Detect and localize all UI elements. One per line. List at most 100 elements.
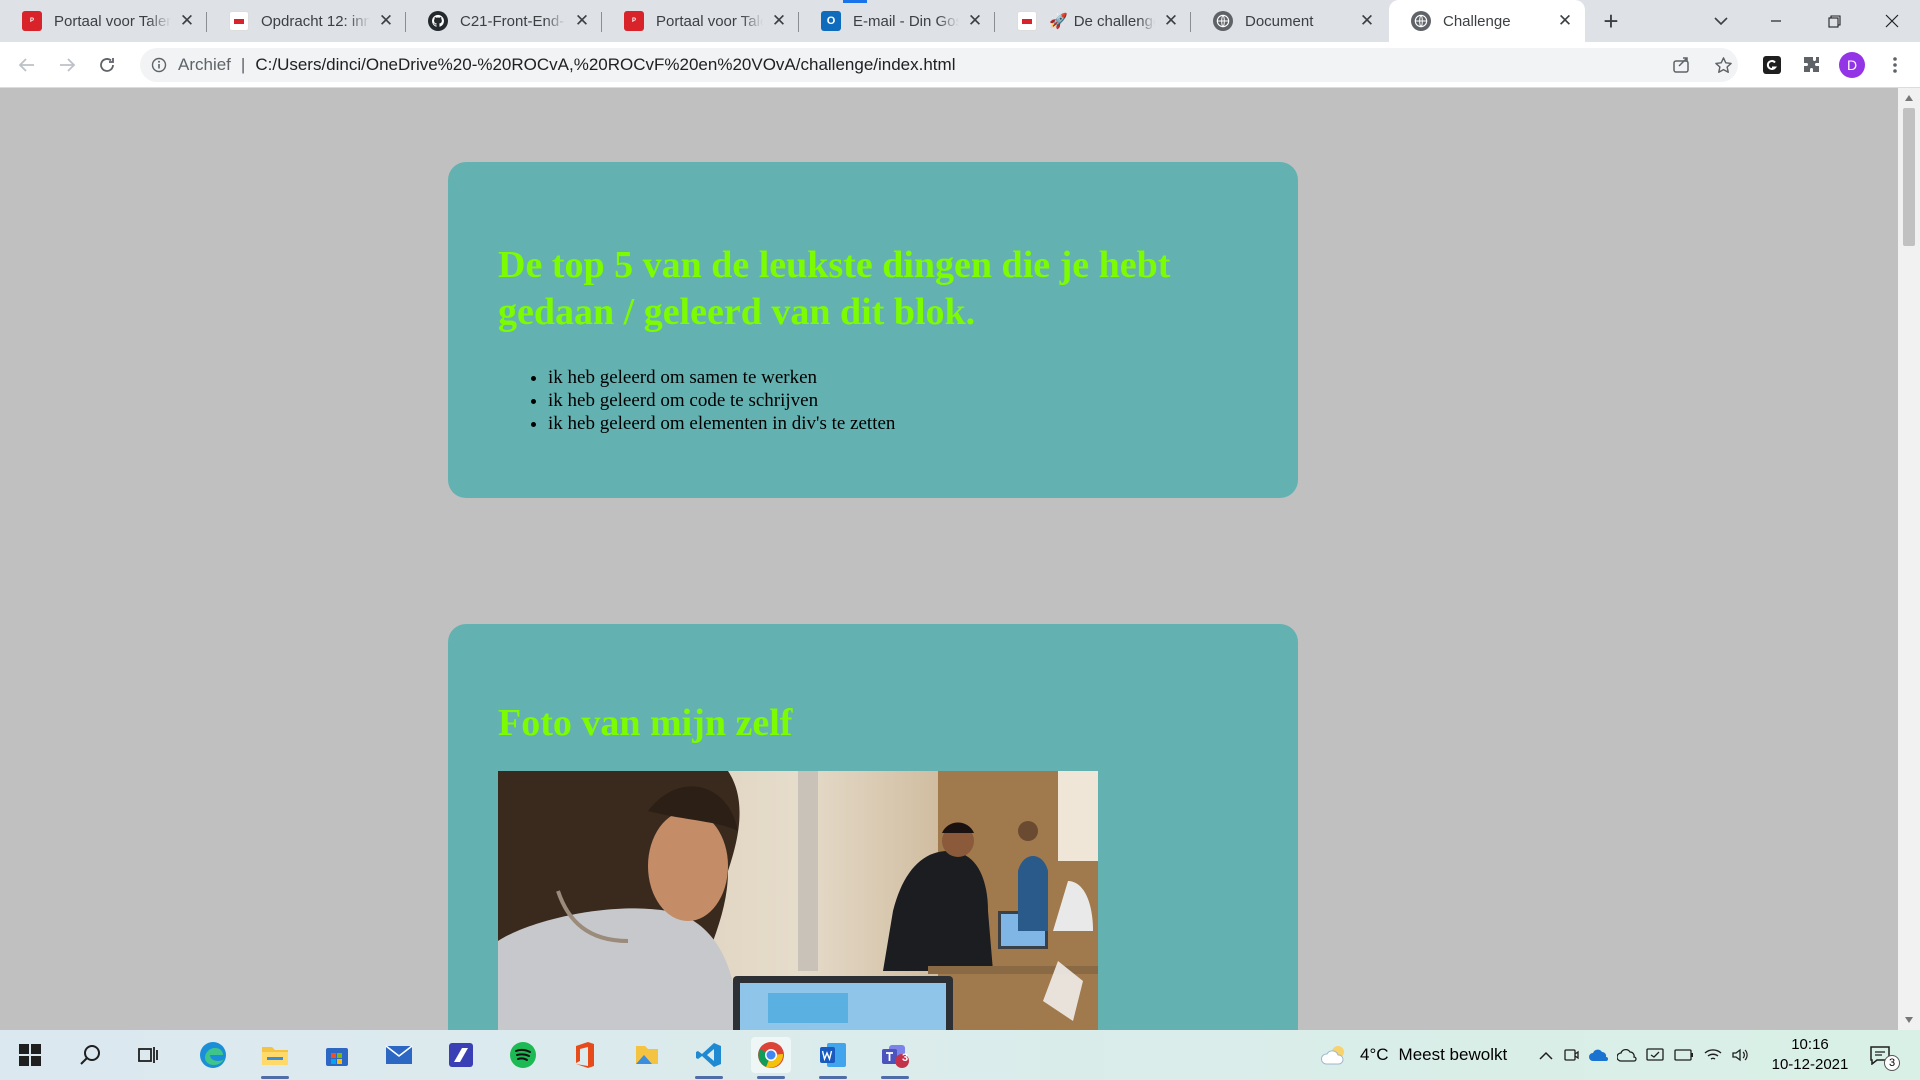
mail-app[interactable] bbox=[379, 1037, 419, 1073]
tab-title: Portaal voor Talent bbox=[656, 12, 763, 30]
url-text[interactable]: C:/Users/dinci/OneDrive%20-%20ROCvA,%20R… bbox=[255, 55, 955, 75]
tab-challenge[interactable]: Challenge ✕ bbox=[1389, 0, 1585, 42]
puzzle-icon bbox=[1804, 57, 1819, 72]
onedrive-personal-icon[interactable] bbox=[1613, 1048, 1641, 1062]
scroll-down-icon[interactable] bbox=[1903, 1014, 1915, 1026]
menu-button[interactable] bbox=[1880, 50, 1910, 80]
scroll-up-icon[interactable] bbox=[1903, 92, 1915, 104]
address-bar[interactable]: Archief | C:/Users/dinci/OneDrive%20-%20… bbox=[140, 48, 1738, 82]
edge-icon bbox=[200, 1042, 226, 1068]
running-indicator bbox=[757, 1076, 785, 1079]
edge-app[interactable] bbox=[193, 1037, 233, 1073]
bookmark-button[interactable] bbox=[1708, 50, 1738, 80]
forward-button[interactable] bbox=[52, 50, 82, 80]
browser-toolbar: Archief | C:/Users/dinci/OneDrive%20-%20… bbox=[0, 42, 1920, 88]
weather-widget[interactable]: 4°C Meest bewolkt bbox=[1320, 1030, 1507, 1080]
screen-icon[interactable] bbox=[1641, 1047, 1669, 1063]
chevron-down-icon bbox=[1714, 17, 1728, 26]
folder-icon bbox=[262, 1047, 288, 1065]
tab-title: Opdracht 12: innemen bbox=[261, 12, 370, 30]
list-item: ik heb geleerd om code te schrijven bbox=[548, 389, 1248, 412]
profile-avatar[interactable]: D bbox=[1839, 52, 1865, 78]
tab-portaal-2[interactable]: P Portaal voor Talent ✕ bbox=[602, 0, 799, 42]
scrollbar-thumb[interactable] bbox=[1903, 108, 1915, 246]
top5-card: De top 5 van de leukste dingen die je he… bbox=[448, 162, 1298, 498]
reload-icon bbox=[100, 58, 114, 72]
teams-app[interactable]: 3 bbox=[875, 1037, 915, 1079]
clock-time: 10:16 bbox=[1791, 1036, 1829, 1053]
cloudy-icon bbox=[1320, 1046, 1344, 1065]
tab-title: De challenge bbox=[1073, 12, 1155, 30]
office-icon bbox=[576, 1042, 594, 1068]
tab-search-button[interactable] bbox=[1706, 6, 1736, 36]
tab-title: E-mail - Din Gosti bbox=[853, 12, 959, 30]
clock[interactable]: 10:16 10-12-2021 bbox=[1768, 1035, 1852, 1075]
spotify-icon bbox=[510, 1042, 536, 1068]
minimize-button[interactable] bbox=[1748, 0, 1804, 42]
portaal-icon: P bbox=[624, 11, 644, 31]
arrow-right-icon bbox=[60, 58, 76, 72]
close-icon[interactable]: ✕ bbox=[177, 11, 197, 31]
tab-opdracht[interactable]: Opdracht 12: innemen ✕ bbox=[207, 0, 406, 42]
folder-app[interactable] bbox=[627, 1037, 667, 1073]
tab-de-challenge[interactable]: 🚀 De challenge ✕ bbox=[995, 0, 1191, 42]
system-tray bbox=[1535, 1030, 1755, 1080]
tab-github[interactable]: C21-Front-End-Le ✕ bbox=[406, 0, 602, 42]
reload-button[interactable] bbox=[92, 50, 122, 80]
vscode-app[interactable] bbox=[689, 1037, 729, 1079]
start-button[interactable] bbox=[10, 1037, 50, 1073]
teams-badge: 3 bbox=[902, 1052, 909, 1064]
tab-strip: P Portaal voor Talent ✕ Opdracht 12: inn… bbox=[0, 0, 1920, 42]
task-view-button[interactable] bbox=[128, 1037, 168, 1073]
task-view-icon bbox=[138, 1047, 158, 1063]
file-explorer-app[interactable] bbox=[255, 1037, 295, 1079]
chevron-up-icon[interactable] bbox=[1535, 1051, 1557, 1060]
tab-title: Document bbox=[1245, 12, 1314, 30]
close-window-button[interactable] bbox=[1864, 0, 1920, 42]
top5-heading: De top 5 van de leukste dingen die je he… bbox=[498, 244, 1171, 333]
extensions-button[interactable] bbox=[1797, 50, 1827, 80]
volume-icon[interactable] bbox=[1727, 1048, 1755, 1062]
grammarly-extension[interactable] bbox=[1757, 50, 1787, 80]
redflag-icon bbox=[229, 11, 249, 31]
running-indicator bbox=[261, 1076, 289, 1079]
meet-now-icon[interactable] bbox=[1557, 1047, 1585, 1063]
battery-icon[interactable] bbox=[1669, 1049, 1699, 1061]
store-app[interactable] bbox=[317, 1037, 357, 1073]
close-icon[interactable]: ✕ bbox=[1555, 11, 1575, 31]
back-button[interactable] bbox=[12, 50, 42, 80]
word-app[interactable] bbox=[813, 1037, 853, 1079]
store-icon bbox=[326, 1048, 348, 1066]
star-icon bbox=[1714, 56, 1732, 73]
close-icon[interactable]: ✕ bbox=[1161, 11, 1181, 31]
close-icon[interactable]: ✕ bbox=[965, 11, 985, 31]
close-icon[interactable]: ✕ bbox=[1357, 11, 1377, 31]
rocket-icon: 🚀 bbox=[1049, 13, 1068, 30]
info-icon[interactable] bbox=[150, 56, 168, 74]
notification-center-button[interactable]: 3 bbox=[1860, 1037, 1900, 1073]
close-icon[interactable]: ✕ bbox=[376, 11, 396, 31]
close-icon[interactable]: ✕ bbox=[769, 11, 789, 31]
onedrive-icon[interactable] bbox=[1585, 1048, 1613, 1062]
spotify-app[interactable] bbox=[503, 1037, 543, 1073]
close-icon[interactable]: ✕ bbox=[572, 11, 592, 31]
tab-portaal-1[interactable]: P Portaal voor Talent ✕ bbox=[0, 0, 207, 42]
redflag-icon bbox=[1017, 11, 1037, 31]
office-app[interactable] bbox=[565, 1037, 605, 1073]
wifi-icon[interactable] bbox=[1699, 1048, 1727, 1062]
chrome-app[interactable] bbox=[751, 1037, 791, 1079]
page-scrollbar[interactable] bbox=[1898, 88, 1920, 1030]
powerautomate-app[interactable] bbox=[441, 1037, 481, 1073]
share-button[interactable] bbox=[1666, 50, 1696, 80]
new-tab-button[interactable]: + bbox=[1596, 6, 1626, 36]
share-icon bbox=[1673, 57, 1689, 73]
address-divider: | bbox=[240, 55, 246, 74]
photo-heading: Foto van mijn zelf bbox=[498, 702, 793, 744]
tab-document[interactable]: Document ✕ bbox=[1191, 0, 1387, 42]
page-viewport: De top 5 van de leukste dingen die je he… bbox=[0, 88, 1898, 1030]
tab-email[interactable]: O E-mail - Din Gosti ✕ bbox=[799, 0, 995, 42]
kebab-menu-icon bbox=[1893, 57, 1897, 73]
search-button[interactable] bbox=[70, 1037, 110, 1073]
restore-button[interactable] bbox=[1806, 0, 1862, 42]
globe-icon bbox=[1213, 11, 1233, 31]
